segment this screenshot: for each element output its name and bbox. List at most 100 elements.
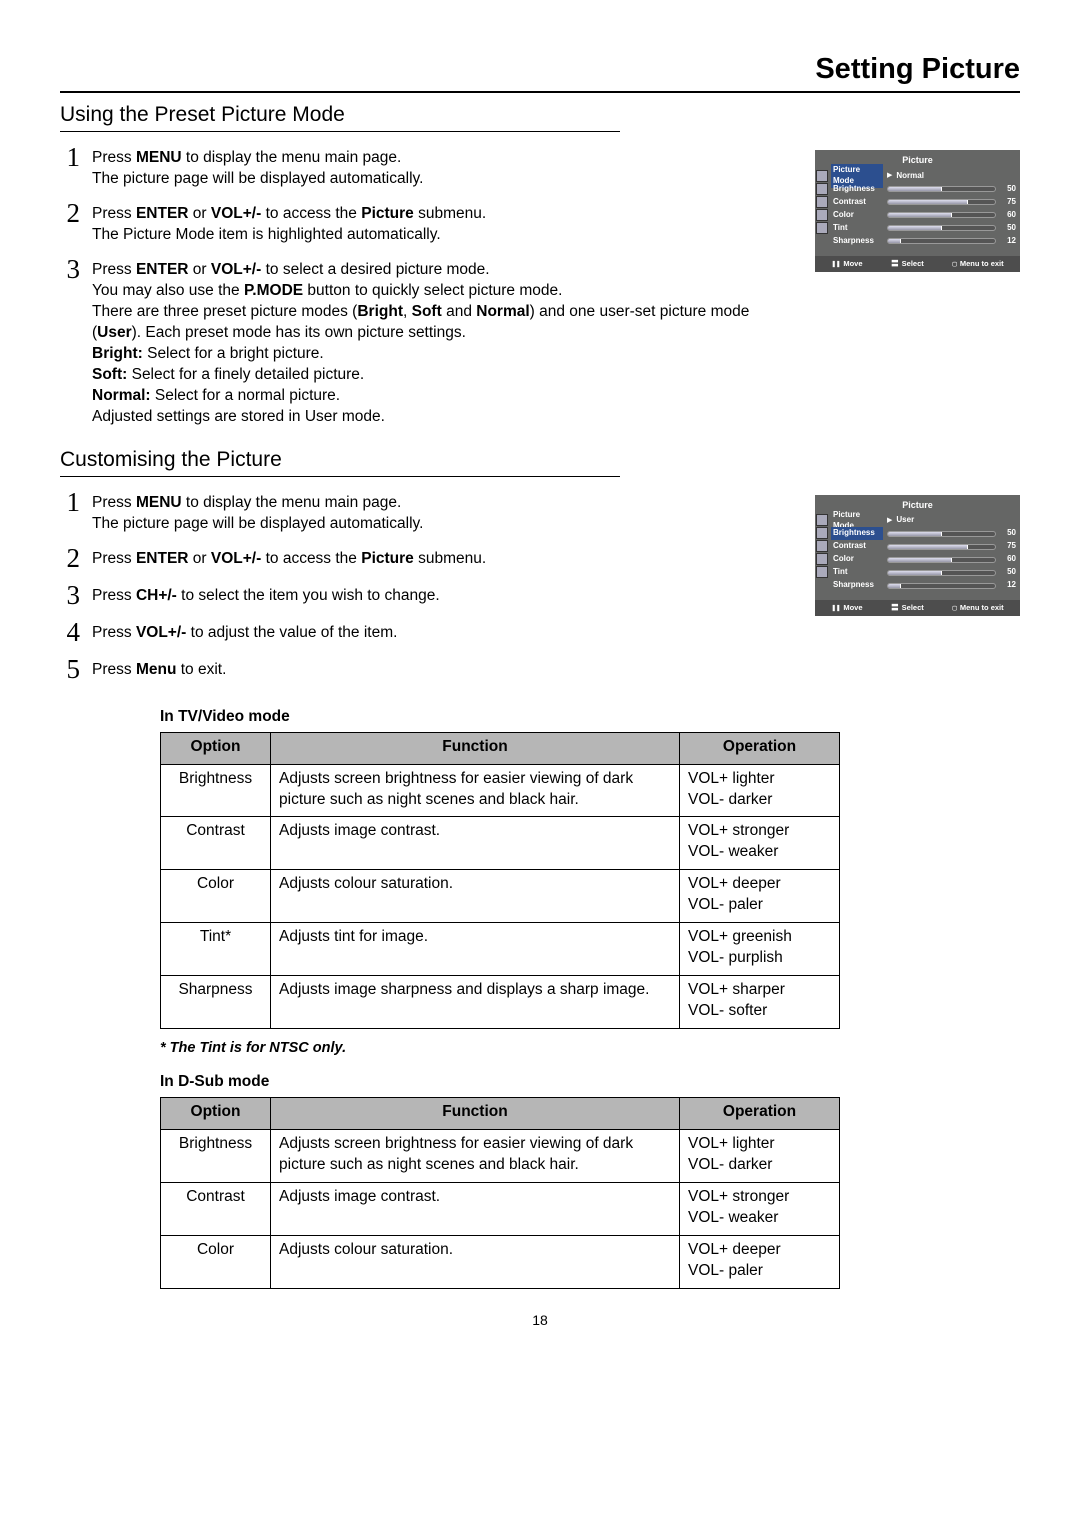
dsub-mode-label: In D-Sub mode	[160, 1072, 1020, 1093]
section1-heading: Using the Preset Picture Mode	[60, 101, 1020, 129]
osd-footer: Move Select Menu to exit	[815, 256, 1020, 272]
osd-foot-move: Move	[831, 259, 862, 269]
osd-value: 12	[1000, 580, 1016, 591]
cell-function: Adjusts image contrast.	[271, 817, 680, 870]
step-body: Press ENTER or VOL+/- to access the Pict…	[92, 545, 775, 572]
step-number: 5	[60, 656, 80, 683]
osd-category-icon	[816, 540, 828, 552]
step-body: Press Menu to exit.	[92, 656, 775, 683]
osd-row-label: Color	[831, 209, 883, 222]
th-operation: Operation	[680, 1098, 840, 1130]
section1-rule	[60, 131, 620, 132]
cell-operation: VOL+ deeperVOL- paler	[680, 870, 840, 923]
osd-value: 75	[1000, 197, 1016, 208]
step-number: 1	[60, 489, 80, 535]
page-number: 18	[60, 1311, 1020, 1330]
osd-row: Contrast 75	[831, 540, 1016, 553]
step-item: 1 Press MENU to display the menu main pag…	[60, 144, 775, 190]
step-item: 1Press MENU to display the menu main pag…	[60, 489, 775, 535]
title-rule	[60, 91, 1020, 93]
step-item: 3Press CH+/- to select the item you wish…	[60, 582, 775, 609]
cell-operation: VOL+ strongerVOL- weaker	[680, 817, 840, 870]
dsub-options-table: Option Function Operation BrightnessAdju…	[160, 1097, 840, 1288]
play-icon: ▶	[887, 171, 892, 180]
osd-row: Brightness50	[831, 527, 1016, 540]
osd-row: Sharpness 12	[831, 579, 1016, 592]
tv-options-table: Option Function Operation BrightnessAdju…	[160, 732, 840, 1029]
step-item: 5 Press Menu to exit.	[60, 656, 775, 683]
table-row: ContrastAdjusts image contrast.VOL+ stro…	[161, 1183, 840, 1236]
osd-category-icon	[816, 566, 828, 578]
step-number: 3	[60, 582, 80, 609]
play-icon: ▶	[887, 516, 892, 525]
step-number: 2	[60, 200, 80, 246]
osd-value: 75	[1000, 541, 1016, 552]
osd-value: 60	[1000, 210, 1016, 221]
step-item: 2Press ENTER or VOL+/- to access the Pic…	[60, 545, 775, 572]
section2-rule	[60, 476, 620, 477]
th-option: Option	[161, 1098, 271, 1130]
th-option: Option	[161, 732, 271, 764]
osd-category-icon	[816, 183, 828, 195]
cell-option: Brightness	[161, 1130, 271, 1183]
osd-panel-2: PicturePicture Mode▶UserBrightness50Cont…	[815, 489, 1020, 616]
osd-category-icon	[816, 170, 828, 182]
cell-function: Adjusts colour saturation.	[271, 870, 680, 923]
osd-category-icon	[816, 222, 828, 234]
step-body: Press VOL+/- to adjust the value of the …	[92, 619, 775, 646]
section2-steps: 1Press MENU to display the menu main pag…	[60, 489, 775, 683]
osd-foot-select: Select	[891, 259, 924, 269]
osd-slider	[887, 238, 996, 244]
osd-slider	[887, 583, 996, 589]
osd-foot-exit: Menu to exit	[952, 259, 1003, 269]
step-body: Press ENTER or VOL+/- to select a desire…	[92, 256, 775, 427]
th-function: Function	[271, 1098, 680, 1130]
th-operation: Operation	[680, 732, 840, 764]
cell-operation: VOL+ deeperVOL- paler	[680, 1235, 840, 1288]
table-row: ContrastAdjusts image contrast.VOL+ stro…	[161, 817, 840, 870]
table-row: SharpnessAdjusts image sharpness and dis…	[161, 975, 840, 1028]
osd-slider	[887, 186, 996, 192]
tv-mode-label: In TV/Video mode	[160, 707, 1020, 728]
osd-row-label: Sharpness	[831, 579, 883, 592]
osd-panel-1: PicturePicture Mode▶NormalBrightness50Co…	[815, 144, 1020, 271]
cell-option: Contrast	[161, 1183, 271, 1236]
cell-function: Adjusts screen brightness for easier vie…	[271, 1130, 680, 1183]
osd-slider	[887, 199, 996, 205]
osd-foot-exit: Menu to exit	[952, 603, 1003, 613]
osd-slider	[887, 531, 996, 537]
cell-option: Contrast	[161, 817, 271, 870]
osd-row-label: Tint	[831, 566, 883, 579]
osd-foot-select: Select	[891, 603, 924, 613]
step-body: Press MENU to display the menu main page…	[92, 144, 775, 190]
osd-row: Brightness50	[831, 183, 1016, 196]
osd-row: Color 60	[831, 209, 1016, 222]
step-item: 3Press ENTER or VOL+/- to select a desir…	[60, 256, 775, 427]
cell-option: Color	[161, 870, 271, 923]
osd-row-label: Brightness	[831, 183, 883, 196]
step-item: 2Press ENTER or VOL+/- to access the Pic…	[60, 200, 775, 246]
osd-row: Picture Mode▶User	[831, 514, 1016, 527]
osd-row: Tint50	[831, 222, 1016, 235]
step-number: 4	[60, 619, 80, 646]
osd-foot-move: Move	[831, 603, 862, 613]
osd-row-label: Contrast	[831, 540, 883, 553]
cell-option: Sharpness	[161, 975, 271, 1028]
osd-category-icon	[816, 514, 828, 526]
osd-category-icon	[816, 196, 828, 208]
osd-value: 50	[1000, 567, 1016, 578]
tint-note: * The Tint is for NTSC only.	[160, 1039, 1020, 1059]
step-item: 4 Press VOL+/- to adjust the value of the…	[60, 619, 775, 646]
osd-footer: Move Select Menu to exit	[815, 600, 1020, 616]
cell-option: Tint*	[161, 923, 271, 976]
step-number: 1	[60, 144, 80, 190]
osd-row-label: Tint	[831, 222, 883, 235]
cell-operation: VOL+ greenishVOL- purplish	[680, 923, 840, 976]
osd-value: 60	[1000, 554, 1016, 565]
cell-operation: VOL+ strongerVOL- weaker	[680, 1183, 840, 1236]
osd-slider	[887, 570, 996, 576]
osd-category-icon	[816, 553, 828, 565]
osd-category-icon	[816, 527, 828, 539]
cell-function: Adjusts image sharpness and displays a s…	[271, 975, 680, 1028]
osd-slider	[887, 225, 996, 231]
